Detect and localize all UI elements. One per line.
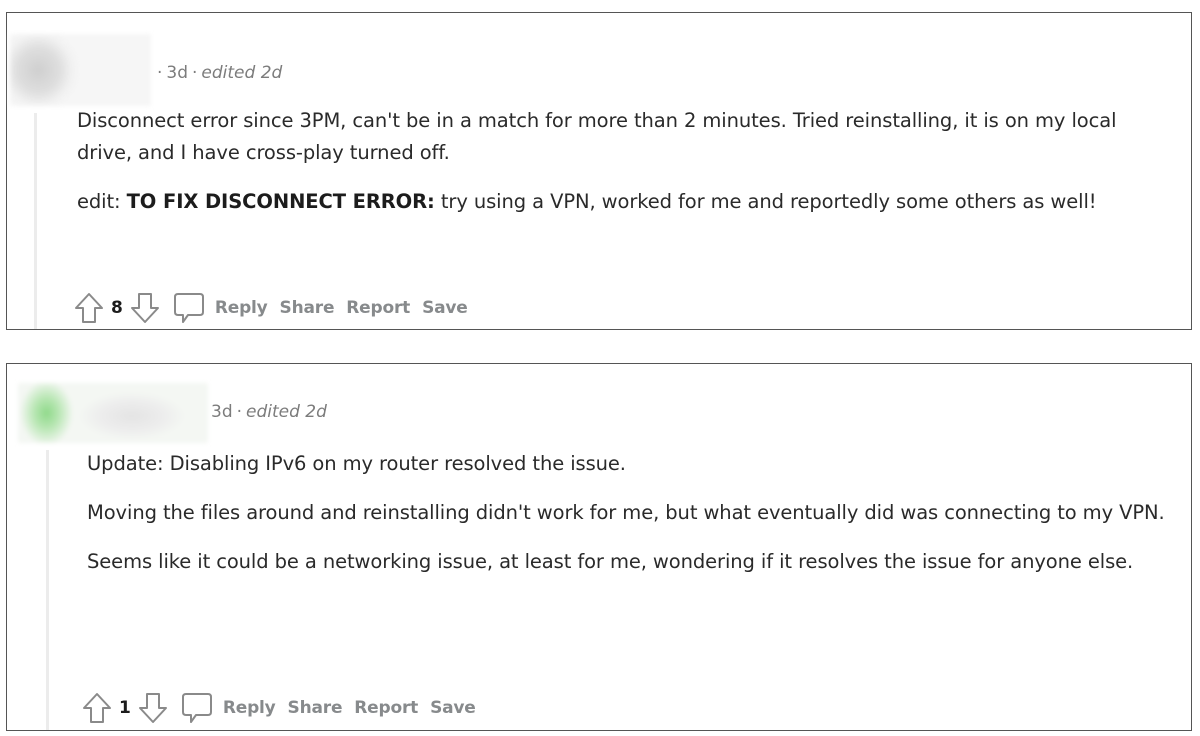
downvote-arrow-icon[interactable] [137, 690, 169, 726]
share-button[interactable]: Share [280, 298, 335, 318]
vote-score: 1 [119, 698, 131, 718]
report-button[interactable]: Report [346, 298, 410, 318]
reply-button[interactable]: Reply [223, 698, 276, 718]
comment-action-bar: 1 Reply Share Report Save [81, 690, 476, 726]
comment-meta: · 3d · edited 2d [153, 63, 282, 83]
share-button[interactable]: Share [288, 698, 343, 718]
comment-paragraph: Disconnect error since 3PM, can't be in … [77, 109, 1117, 164]
speech-bubble-icon[interactable] [171, 290, 207, 326]
meta-separator: · [157, 63, 163, 83]
edited-label: edited 2d [246, 402, 327, 422]
bold-fix-heading: TO FIX DISCONNECT ERROR: [126, 190, 435, 213]
edited-label: edited 2d [201, 63, 283, 83]
comment-age[interactable]: 3d [166, 63, 188, 83]
redacted-username-avatar [18, 383, 208, 443]
upvote-arrow-icon[interactable] [81, 690, 113, 726]
vote-score: 8 [111, 298, 123, 318]
comment-paragraph: Seems like it could be a networking issu… [87, 550, 1134, 573]
comment-paragraph: Update: Disabling IPv6 on my router reso… [87, 452, 626, 475]
redacted-username-avatar [10, 34, 151, 106]
comment-meta: 3d · edited 2d [211, 402, 327, 422]
comment-paragraph: Moving the files around and reinstalling… [87, 501, 1165, 524]
comment-body: Disconnect error since 3PM, can't be in … [77, 105, 1177, 235]
comment-card: 3d · edited 2d Update: Disabling IPv6 on m… [6, 363, 1192, 731]
thread-collapse-line[interactable] [34, 113, 37, 329]
thread-collapse-line[interactable] [46, 450, 49, 730]
comment-age[interactable]: 3d [211, 402, 233, 422]
speech-bubble-icon[interactable] [179, 690, 215, 726]
comment-paragraph: edit: TO FIX DISCONNECT ERROR: try using… [77, 186, 1177, 218]
downvote-arrow-icon[interactable] [129, 290, 161, 326]
comment-body: Update: Disabling IPv6 on my router reso… [87, 448, 1177, 595]
reply-button[interactable]: Reply [215, 298, 268, 318]
meta-separator: · [192, 63, 198, 83]
save-button[interactable]: Save [430, 698, 476, 718]
edit-prefix: edit: [77, 190, 127, 213]
report-button[interactable]: Report [354, 698, 418, 718]
meta-separator: · [236, 402, 243, 422]
edit-text: try using a VPN, worked for me and repor… [434, 190, 1097, 213]
upvote-arrow-icon[interactable] [73, 290, 105, 326]
save-button[interactable]: Save [422, 298, 468, 318]
comment-card: · 3d · edited 2d Disconnect error since 3PM… [6, 12, 1192, 330]
comment-action-bar: 8 Reply Share Report Save [73, 290, 468, 326]
